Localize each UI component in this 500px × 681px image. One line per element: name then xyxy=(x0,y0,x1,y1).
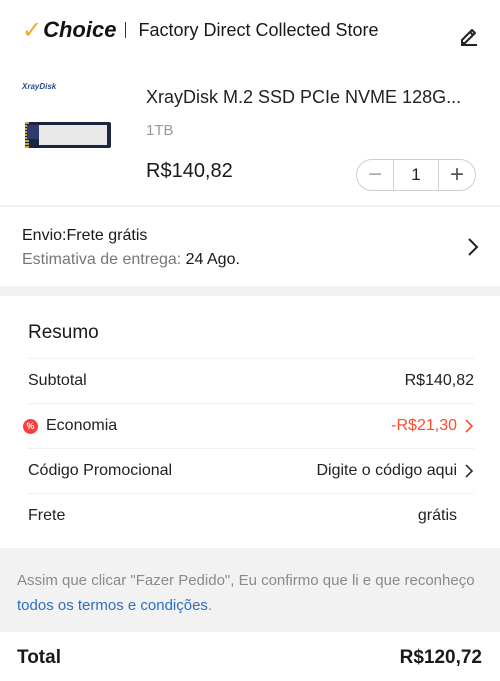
total-bar: Total R$120,72 xyxy=(0,632,500,681)
terms-text: Assim que clicar "Fazer Pedido", Eu conf… xyxy=(17,572,475,589)
total-label: Total xyxy=(17,647,61,668)
store-header: ✓ Choice Factory Direct Collected Store xyxy=(0,0,500,60)
summary-title: Resumo xyxy=(28,322,99,343)
product-variant[interactable]: 1TB xyxy=(146,122,174,139)
ssd-graphic xyxy=(25,122,111,148)
product-card: XrayDisk XrayDisk M.2 SSD PCIe NVME 128G… xyxy=(0,60,500,205)
delivery-date: 24 Ago. xyxy=(185,251,240,268)
quantity-stepper: − 1 + xyxy=(356,159,476,191)
order-summary: Resumo Subtotal R$140,82 % Economia -R$2… xyxy=(0,296,500,548)
subtotal-label: Subtotal xyxy=(28,372,87,389)
terms-link[interactable]: todos os termos e condições xyxy=(17,597,208,614)
product-title[interactable]: XrayDisk M.2 SSD PCIe NVME 128G... xyxy=(146,87,461,108)
freight-label: Frete xyxy=(28,507,66,524)
total-value: R$120,72 xyxy=(399,647,482,668)
promo-input-placeholder[interactable]: Digite o código aqui xyxy=(316,462,457,480)
subtotal-value: R$140,82 xyxy=(404,372,474,389)
promo-code-row[interactable]: Código Promocional Digite o código aqui xyxy=(28,448,474,493)
delivery-estimate-label: Estimativa de entrega: xyxy=(22,251,186,268)
product-image-brand: XrayDisk xyxy=(22,82,57,91)
freight-value: grátis xyxy=(417,507,457,524)
product-image[interactable]: XrayDisk xyxy=(22,82,114,162)
store-name[interactable]: Factory Direct Collected Store xyxy=(138,20,378,41)
economy-row[interactable]: % Economia -R$21,30 xyxy=(23,403,474,448)
promo-label: Código Promocional xyxy=(28,462,173,479)
shipping-title: Envio:Frete grátis xyxy=(22,227,148,244)
discount-badge-icon: % xyxy=(23,418,38,434)
freight-row: Frete grátis xyxy=(28,493,474,538)
subtotal-row: Subtotal R$140,82 xyxy=(28,358,474,403)
economy-label: Economia xyxy=(46,417,118,434)
increase-button[interactable]: + xyxy=(439,161,475,189)
product-price: R$140,82 xyxy=(146,160,233,182)
check-icon: ✓ xyxy=(22,16,43,44)
decrease-button[interactable]: − xyxy=(357,161,393,189)
terms-notice: Assim que clicar "Fazer Pedido", Eu conf… xyxy=(0,548,500,632)
edit-icon[interactable] xyxy=(458,24,480,46)
quantity-value[interactable]: 1 xyxy=(393,160,439,190)
shipping-row[interactable]: Envio:Frete grátis Estimativa de entrega… xyxy=(0,206,500,286)
delivery-estimate: Estimativa de entrega: 24 Ago. xyxy=(22,251,240,269)
divider xyxy=(125,22,127,38)
chevron-right-icon[interactable] xyxy=(464,419,474,433)
terms-end: . xyxy=(207,597,213,614)
choice-label: Choice xyxy=(43,17,117,42)
choice-logo: ✓ Choice xyxy=(22,16,116,45)
chevron-right-icon[interactable] xyxy=(464,464,474,478)
economy-value: -R$21,30 xyxy=(391,417,457,434)
chevron-right-icon[interactable] xyxy=(466,237,480,257)
